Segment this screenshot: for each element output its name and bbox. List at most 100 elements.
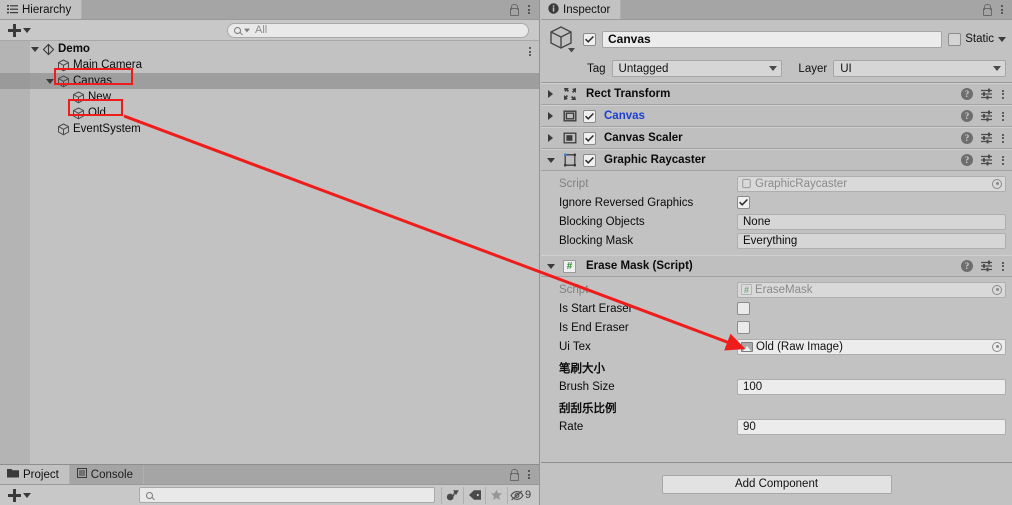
property-dropdown[interactable]: Everything [737, 232, 1006, 249]
help-icon[interactable]: ? [961, 132, 973, 144]
component-header-rect-transform[interactable]: Rect Transform? [541, 83, 1012, 105]
component-header-actions: ? [961, 132, 1006, 145]
component-menu-icon[interactable] [1000, 132, 1006, 145]
tab-project[interactable]: Project [0, 465, 70, 484]
help-icon[interactable]: ? [961, 260, 973, 272]
search-filter-chevron-icon[interactable] [244, 28, 250, 32]
chevron-down-icon[interactable] [546, 157, 558, 163]
property-text-input[interactable]: 100 [737, 378, 1006, 395]
component-menu-icon[interactable] [1000, 154, 1006, 167]
object-reference-field[interactable]: # EraseMask [737, 281, 1006, 298]
static-label: Static [965, 33, 994, 45]
lock-icon[interactable] [509, 469, 519, 481]
preset-settings-icon[interactable] [980, 88, 993, 100]
component-header-canvas[interactable]: Canvas? [541, 105, 1012, 127]
tab-console[interactable]: Console [69, 465, 144, 484]
object-reference-value: EraseMask [755, 283, 813, 296]
static-toggle-group[interactable]: Static [948, 32, 1006, 46]
inspector-tab-controls [982, 0, 1012, 19]
property-label: Ignore Reversed Graphics [559, 196, 694, 209]
gameobject-cube-icon[interactable] [547, 24, 577, 54]
help-icon[interactable]: ? [961, 110, 973, 122]
gameobject-enabled-checkbox[interactable] [583, 32, 596, 46]
object-picker-icon[interactable] [992, 341, 1002, 352]
property-dropdown[interactable]: None [737, 213, 1006, 230]
object-reference-field[interactable]: Old (Raw Image) [737, 338, 1006, 355]
component-enabled-checkbox[interactable] [583, 153, 596, 167]
rect-transform-icon [563, 87, 578, 101]
expander-chevron-down-icon[interactable] [45, 78, 57, 84]
hierarchy-row-demo[interactable]: Demo [0, 41, 539, 57]
property-text-input[interactable]: 90 [737, 418, 1006, 435]
hierarchy-row-new[interactable]: New [0, 89, 539, 105]
property-dropdown-value: Everything [743, 234, 798, 247]
layer-dropdown[interactable]: UI [833, 60, 1006, 77]
tab-hierarchy[interactable]: Hierarchy [0, 0, 83, 19]
create-asset-button[interactable] [4, 488, 35, 502]
chevron-right-icon[interactable] [546, 134, 558, 142]
static-checkbox[interactable] [948, 32, 962, 46]
project-toolbar: 9 [0, 485, 539, 505]
help-icon[interactable]: ? [961, 154, 973, 166]
hidden-objects-icon[interactable]: 9 [507, 486, 535, 504]
object-picker-icon[interactable] [992, 284, 1002, 295]
hierarchy-row-eventsystem[interactable]: EventSystem [0, 121, 539, 137]
inspector-object-header: Canvas Static Tag Untagged Layer UI [541, 20, 1012, 83]
favorites-star-icon[interactable] [485, 486, 507, 504]
component-header-erase-mask-script[interactable]: # Erase Mask (Script)? [541, 255, 1012, 277]
component-enabled-checkbox[interactable] [583, 131, 596, 145]
object-picker-icon[interactable] [992, 178, 1002, 189]
component-title: Graphic Raycaster [604, 154, 706, 166]
project-menu-icon[interactable] [526, 468, 532, 481]
plus-icon [8, 488, 21, 502]
tab-inspector[interactable]: Inspector [541, 0, 622, 19]
hierarchy-row-old[interactable]: Old [0, 105, 539, 121]
inspector-menu-icon[interactable] [999, 3, 1005, 16]
property-checkbox[interactable] [737, 196, 750, 209]
hierarchy-search-input[interactable]: All [227, 22, 529, 38]
preset-settings-icon[interactable] [980, 132, 993, 144]
component-menu-icon[interactable] [1000, 110, 1006, 123]
check-icon [585, 112, 594, 120]
component-header-graphic-raycaster[interactable]: Graphic Raycaster? [541, 149, 1012, 171]
project-tabbar: Project Console [0, 465, 539, 485]
preset-settings-icon[interactable] [980, 154, 993, 166]
preset-settings-icon[interactable] [980, 110, 993, 122]
component-menu-icon[interactable] [1000, 260, 1006, 273]
tag-label: Tag [587, 62, 606, 75]
preset-settings-icon[interactable] [980, 260, 993, 272]
lock-icon[interactable] [982, 4, 992, 16]
chevron-right-icon[interactable] [546, 112, 558, 120]
object-reference-field[interactable]: GraphicRaycaster [737, 175, 1006, 192]
hierarchy-row-canvas[interactable]: Canvas [0, 73, 539, 89]
property-checkbox[interactable] [737, 321, 750, 334]
filter-by-label-icon[interactable] [463, 486, 485, 504]
static-dropdown-chevron-icon[interactable] [998, 36, 1006, 42]
check-icon [585, 134, 594, 142]
field-group-header: 刮刮乐比例 [559, 403, 617, 415]
row-gutter [0, 41, 30, 57]
help-icon[interactable]: ? [961, 88, 973, 100]
lock-icon[interactable] [509, 4, 519, 16]
hierarchy-row-label: Old [88, 107, 106, 119]
hierarchy-row-main-camera[interactable]: Main Camera [0, 57, 539, 73]
component-header-canvas-scaler[interactable]: Canvas Scaler? [541, 127, 1012, 149]
expander-chevron-down-icon[interactable] [30, 46, 42, 52]
project-search-input[interactable] [139, 487, 435, 503]
add-component-button[interactable]: Add Component [661, 474, 892, 494]
filter-by-type-icon[interactable] [441, 486, 463, 504]
tag-dropdown[interactable]: Untagged [611, 60, 783, 77]
chevron-down-icon [993, 66, 1001, 71]
gameobject-name-input[interactable]: Canvas [602, 30, 943, 48]
hierarchy-menu-icon[interactable] [526, 3, 532, 16]
chevron-down-icon[interactable] [546, 263, 558, 269]
property-row-rate: Rate 90 [541, 417, 1012, 436]
property-checkbox[interactable] [737, 302, 750, 315]
create-gameobject-button[interactable] [4, 23, 35, 37]
component-enabled-checkbox[interactable] [583, 109, 596, 123]
row-gutter [0, 57, 30, 73]
component-menu-icon[interactable] [1000, 88, 1006, 101]
chevron-right-icon[interactable] [546, 90, 558, 98]
inspector-tag-layer-row: Tag Untagged Layer UI [547, 60, 1006, 77]
hierarchy-tree[interactable]: Demo Main Camera Canvas New Old EventSystem [0, 41, 539, 464]
